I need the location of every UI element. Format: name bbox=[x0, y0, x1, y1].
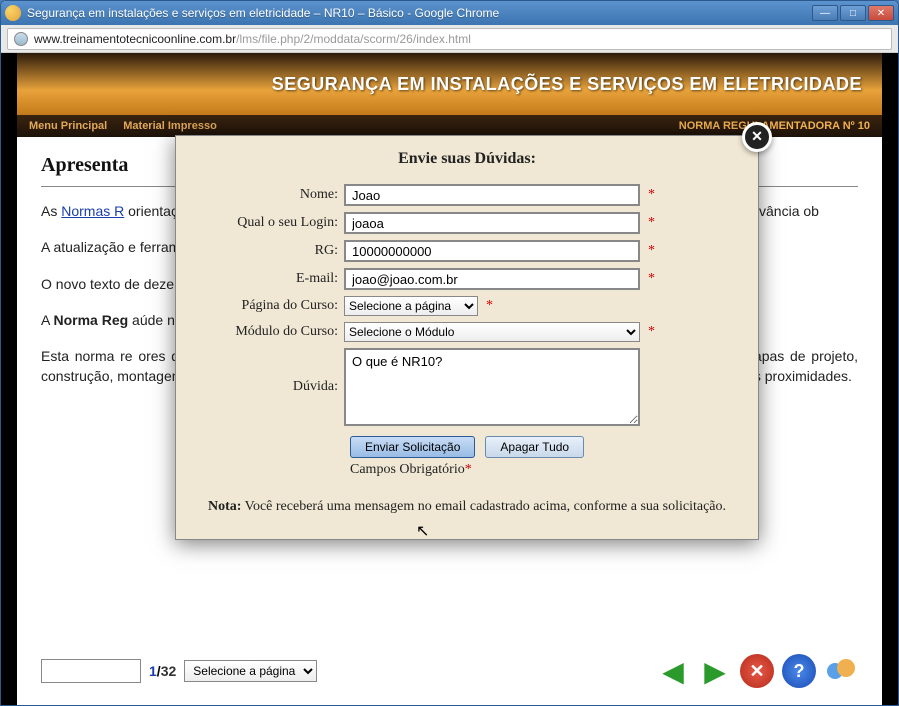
next-page-icon[interactable]: ▶ bbox=[698, 654, 732, 688]
chrome-window: Segurança em instalações e serviços em e… bbox=[0, 0, 899, 706]
url-input[interactable]: www.treinamentotecnicoonline.com.br/lms/… bbox=[7, 28, 892, 50]
page-select[interactable]: Selecione a página bbox=[184, 660, 317, 682]
input-rg[interactable] bbox=[344, 240, 640, 262]
modal-note: Nota: Você receberá uma mensagem no emai… bbox=[194, 496, 740, 517]
chrome-favicon bbox=[5, 5, 21, 21]
link-normas[interactable]: Normas R bbox=[61, 203, 124, 219]
label-rg: RG: bbox=[194, 243, 344, 259]
modal-close-button[interactable]: ✕ bbox=[742, 122, 772, 152]
required-marker: * bbox=[648, 243, 655, 259]
input-login[interactable] bbox=[344, 212, 640, 234]
help-icon[interactable]: ? bbox=[782, 654, 816, 688]
required-marker: * bbox=[648, 271, 655, 287]
textarea-duvida[interactable] bbox=[344, 348, 640, 426]
prev-page-icon[interactable]: ◀ bbox=[656, 654, 690, 688]
pager: 1/32 Selecione a página ◀ ▶ ✕ ? bbox=[41, 653, 858, 689]
input-email[interactable] bbox=[344, 268, 640, 290]
nav-menu-principal[interactable]: Menu Principal bbox=[29, 120, 107, 132]
label-nome: Nome: bbox=[194, 187, 344, 203]
required-marker: * bbox=[648, 215, 655, 231]
cancel-icon[interactable]: ✕ bbox=[740, 654, 774, 688]
nav-reg-label: NORMA REGULAMENTADORA Nº 10 bbox=[679, 120, 870, 132]
submit-button[interactable]: Enviar Solicitação bbox=[350, 436, 475, 458]
label-duvida: Dúvida: bbox=[194, 379, 344, 395]
label-pagina: Página do Curso: bbox=[194, 298, 344, 314]
globe-icon bbox=[14, 32, 28, 46]
page-indicator: 1/32 bbox=[149, 663, 176, 679]
required-marker: * bbox=[648, 324, 655, 340]
users-icon[interactable] bbox=[824, 654, 858, 688]
required-marker: * bbox=[648, 187, 655, 203]
input-nome[interactable] bbox=[344, 184, 640, 206]
label-login: Qual o seu Login: bbox=[194, 215, 344, 231]
required-note: Campos Obrigatório* bbox=[350, 462, 740, 478]
page-number-input[interactable] bbox=[41, 659, 141, 683]
hero-banner: SEGURANÇA EM INSTALAÇÕES E SERVIÇOS EM E… bbox=[17, 53, 882, 115]
minimize-button[interactable]: — bbox=[812, 5, 838, 21]
modal-title: Envie suas Dúvidas: bbox=[194, 150, 740, 168]
viewport: SEGURANÇA EM INSTALAÇÕES E SERVIÇOS EM E… bbox=[1, 53, 898, 706]
address-bar: www.treinamentotecnicoonline.com.br/lms/… bbox=[1, 25, 898, 53]
course-page: SEGURANÇA EM INSTALAÇÕES E SERVIÇOS EM E… bbox=[17, 53, 882, 706]
clear-button[interactable]: Apagar Tudo bbox=[485, 436, 584, 458]
url-path: /lms/file.php/2/moddata/scorm/26/index.h… bbox=[236, 32, 471, 46]
label-email: E-mail: bbox=[194, 271, 344, 287]
hero-title: SEGURANÇA EM INSTALAÇÕES E SERVIÇOS EM E… bbox=[272, 74, 862, 95]
window-title: Segurança em instalações e serviços em e… bbox=[27, 6, 812, 20]
label-modulo: Módulo do Curso: bbox=[194, 324, 344, 340]
titlebar: Segurança em instalações e serviços em e… bbox=[1, 1, 898, 25]
required-marker: * bbox=[486, 298, 493, 314]
select-pagina[interactable]: Selecione a página bbox=[344, 296, 478, 316]
url-host: www.treinamentotecnicoonline.com.br bbox=[34, 32, 236, 46]
send-doubt-modal: ✕ Envie suas Dúvidas: Nome: * Qual o seu… bbox=[175, 135, 759, 540]
maximize-button[interactable]: □ bbox=[840, 5, 866, 21]
window-buttons: — □ ✕ bbox=[812, 5, 894, 21]
close-window-button[interactable]: ✕ bbox=[868, 5, 894, 21]
nav-material-impresso[interactable]: Material Impresso bbox=[123, 120, 217, 132]
select-modulo[interactable]: Selecione o Módulo bbox=[344, 322, 640, 342]
